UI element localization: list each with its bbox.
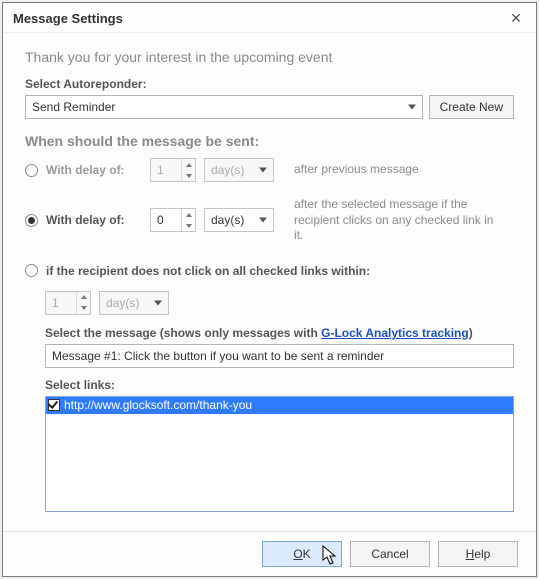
- spin-down-icon[interactable]: [182, 220, 195, 231]
- links-listbox[interactable]: http://www.glocksoft.com/thank-you: [45, 396, 514, 512]
- spin-up-icon[interactable]: [77, 292, 90, 303]
- link-url: http://www.glocksoft.com/thank-you: [64, 398, 252, 412]
- spin-up-icon[interactable]: [182, 159, 195, 170]
- option2-hint: after the selected message if the recipi…: [294, 197, 504, 244]
- option2-label: With delay of:: [46, 213, 142, 227]
- option-no-click[interactable]: if the recipient does not click on all c…: [25, 258, 514, 284]
- option3-value-spinner[interactable]: 1: [45, 291, 91, 315]
- option3-unit-combo[interactable]: day(s): [99, 291, 169, 315]
- spin-up-icon[interactable]: [182, 209, 195, 220]
- option1-value-spinner[interactable]: 1: [150, 158, 196, 182]
- intro-text: Thank you for your interest in the upcom…: [25, 49, 514, 65]
- message-settings-dialog: Message Settings ✕ Thank you for your in…: [2, 2, 537, 577]
- chevron-down-icon: [154, 300, 162, 305]
- link-checkbox[interactable]: [48, 399, 60, 411]
- help-button[interactable]: Help: [438, 541, 518, 567]
- chevron-down-icon: [408, 105, 416, 110]
- schedule-heading: When should the message be sent:: [25, 133, 514, 149]
- tracking-group: Select the message (shows only messages …: [25, 326, 514, 512]
- cancel-button[interactable]: Cancel: [350, 541, 430, 567]
- dialog-footer: OK Cancel Help: [3, 531, 536, 576]
- spin-down-icon[interactable]: [77, 303, 90, 314]
- option-delay-previous[interactable]: With delay of: 1 day(s) after previous m…: [25, 157, 514, 183]
- option1-unit-combo[interactable]: day(s): [204, 158, 274, 182]
- chevron-down-icon: [259, 168, 267, 173]
- autoresponder-select[interactable]: Send Reminder: [25, 95, 423, 119]
- option1-label: With delay of:: [46, 163, 142, 177]
- tracking-link[interactable]: G-Lock Analytics tracking: [321, 326, 469, 340]
- option3-label: if the recipient does not click on all c…: [46, 264, 370, 278]
- ok-button[interactable]: OK: [262, 541, 342, 567]
- autoresponder-selected: Send Reminder: [32, 100, 115, 114]
- titlebar: Message Settings ✕: [3, 3, 536, 33]
- option3-controls: 1 day(s): [25, 290, 514, 316]
- close-icon[interactable]: ✕: [506, 8, 526, 28]
- radio-delay-selected[interactable]: [25, 214, 38, 227]
- list-item[interactable]: http://www.glocksoft.com/thank-you: [46, 397, 513, 414]
- select-message-label: Select the message (shows only messages …: [45, 326, 514, 340]
- option1-hint: after previous message: [294, 162, 419, 178]
- message-select[interactable]: Message #1: Click the button if you want…: [45, 344, 514, 368]
- radio-delay-previous[interactable]: [25, 164, 38, 177]
- message-selected: Message #1: Click the button if you want…: [52, 349, 384, 363]
- select-links-label: Select links:: [45, 378, 514, 392]
- create-new-button[interactable]: Create New: [429, 95, 514, 119]
- option2-unit-combo[interactable]: day(s): [204, 208, 274, 232]
- dialog-title: Message Settings: [13, 11, 123, 26]
- radio-no-click[interactable]: [25, 264, 38, 277]
- option-delay-selected[interactable]: With delay of: 0 day(s) after the select…: [25, 197, 514, 244]
- autoresponder-label: Select Autoreponder:: [25, 77, 514, 91]
- spin-down-icon[interactable]: [182, 170, 195, 181]
- option2-value-spinner[interactable]: 0: [150, 208, 196, 232]
- chevron-down-icon: [259, 218, 267, 223]
